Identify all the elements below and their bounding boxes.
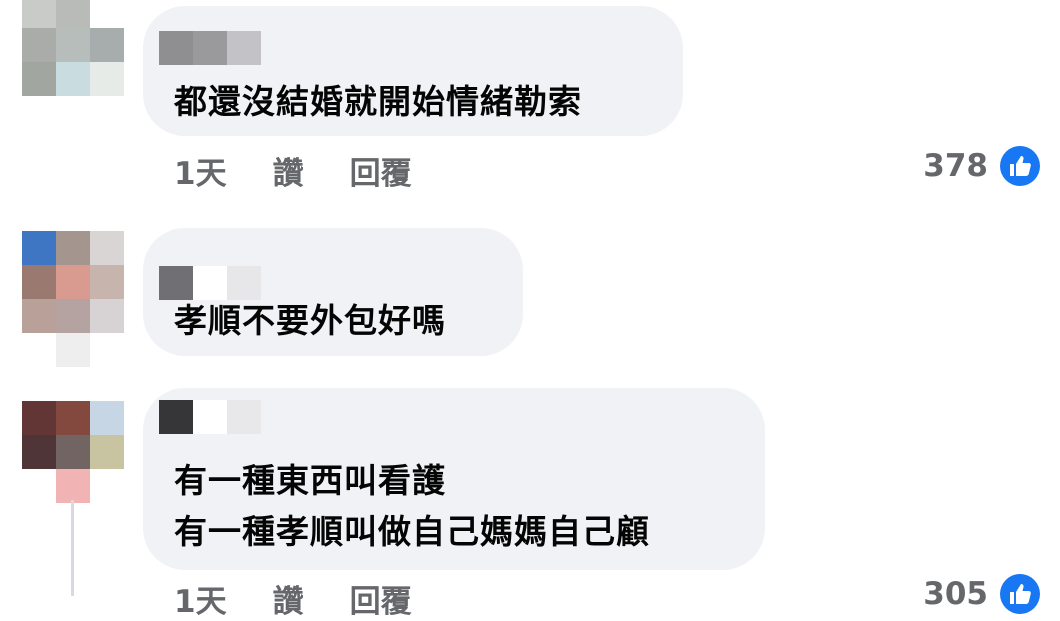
comment-actions: 1天 讚 回覆 xyxy=(174,576,412,621)
author-name-redacted[interactable] xyxy=(159,400,261,434)
comment-bubble: 孝順不要外包好嗎 xyxy=(143,228,523,356)
comment-bubble: 有一種東西叫看護 有一種孝順叫做自己媽媽自己顧 xyxy=(143,388,765,570)
comment-text-line-2: 有一種孝順叫做自己媽媽自己顧 xyxy=(174,512,650,551)
timestamp[interactable]: 1天 xyxy=(174,576,227,621)
comment-text: 孝順不要外包好嗎 xyxy=(174,301,446,340)
avatar[interactable] xyxy=(22,231,124,333)
reply-button[interactable]: 回覆 xyxy=(350,148,412,193)
avatar[interactable] xyxy=(22,401,124,503)
timestamp[interactable]: 1天 xyxy=(174,148,227,193)
comment-bubble: 都還沒結婚就開始情緒勒索 xyxy=(143,6,683,136)
thumbs-up-icon xyxy=(1000,574,1040,614)
comment-actions: 1天 讚 回覆 xyxy=(174,148,412,193)
reply-button[interactable]: 回覆 xyxy=(350,576,412,621)
like-count: 378 xyxy=(923,148,988,184)
author-name-redacted[interactable] xyxy=(159,31,261,65)
like-count: 305 xyxy=(923,576,988,612)
like-button[interactable]: 讚 xyxy=(273,576,304,621)
avatar[interactable] xyxy=(22,0,124,96)
reaction-count[interactable]: 378 xyxy=(923,146,1040,186)
reaction-count[interactable]: 305 xyxy=(923,574,1040,614)
reply-thread-line xyxy=(71,500,74,596)
avatar-fragment xyxy=(56,333,90,367)
comment-text-line-1: 有一種東西叫看護 xyxy=(174,461,446,500)
thumbs-up-icon xyxy=(1000,146,1040,186)
author-name-redacted[interactable] xyxy=(159,266,261,300)
comment-text: 都還沒結婚就開始情緒勒索 xyxy=(174,82,582,121)
like-button[interactable]: 讚 xyxy=(273,148,304,193)
